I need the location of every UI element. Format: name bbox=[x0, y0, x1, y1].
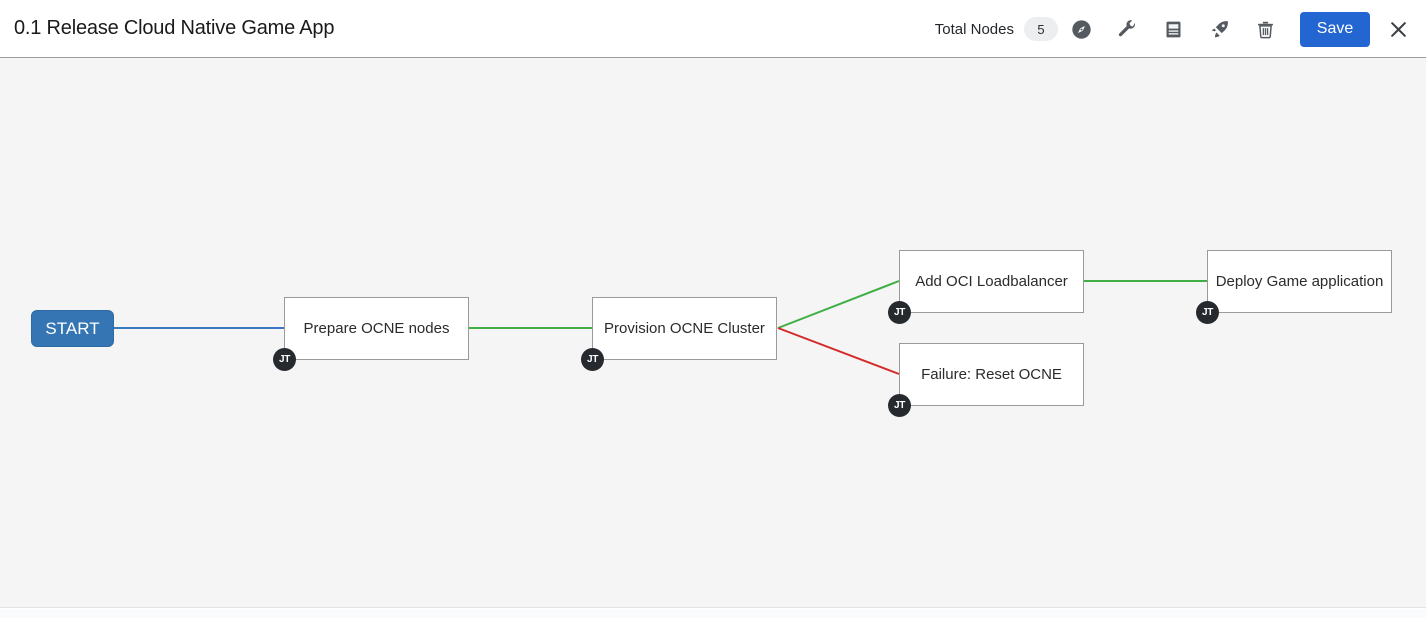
node-owner-avatar[interactable]: JT bbox=[888, 394, 911, 417]
save-button[interactable]: Save bbox=[1300, 11, 1370, 47]
total-nodes-label: Total Nodes bbox=[934, 20, 1014, 38]
node-owner-avatar[interactable]: JT bbox=[273, 348, 296, 371]
edge-provision-loadbal[interactable] bbox=[777, 280, 900, 329]
node-label: Failure: Reset OCNE bbox=[921, 366, 1062, 383]
node-label: Add OCI Loadbalancer bbox=[915, 273, 1068, 290]
node-loadbal[interactable]: Add OCI Loadbalancer bbox=[899, 250, 1084, 313]
node-label: Provision OCNE Cluster bbox=[604, 320, 765, 337]
workflow-editor: 0.1 Release Cloud Native Game App Total … bbox=[0, 0, 1426, 618]
page-title: 0.1 Release Cloud Native Game App bbox=[14, 17, 335, 39]
node-owner-avatar[interactable]: JT bbox=[888, 301, 911, 324]
node-label: Prepare OCNE nodes bbox=[303, 320, 450, 337]
header-toolbar: Total Nodes 5 Save bbox=[935, 0, 1426, 58]
node-failure[interactable]: Failure: Reset OCNE bbox=[899, 343, 1084, 406]
book-icon[interactable] bbox=[1150, 6, 1196, 52]
trash-icon[interactable] bbox=[1242, 6, 1288, 52]
node-owner-avatar[interactable]: JT bbox=[581, 348, 604, 371]
app-header: 0.1 Release Cloud Native Game App Total … bbox=[0, 0, 1426, 58]
workflow-canvas[interactable]: START Prepare OCNE nodes JT Provision OCNE… bbox=[0, 58, 1426, 608]
compass-icon[interactable] bbox=[1058, 6, 1104, 52]
edge-provision-failure[interactable] bbox=[777, 327, 900, 375]
close-icon[interactable] bbox=[1370, 0, 1426, 58]
node-deploy[interactable]: Deploy Game application bbox=[1207, 250, 1392, 313]
node-owner-avatar[interactable]: JT bbox=[1196, 301, 1219, 324]
rocket-icon[interactable] bbox=[1196, 6, 1242, 52]
footer-strip bbox=[0, 609, 1426, 618]
node-prepare[interactable]: Prepare OCNE nodes bbox=[284, 297, 469, 360]
node-start[interactable]: START bbox=[31, 310, 114, 347]
node-provision[interactable]: Provision OCNE Cluster bbox=[592, 297, 777, 360]
node-label: Deploy Game application bbox=[1215, 273, 1384, 290]
wrench-icon[interactable] bbox=[1104, 6, 1150, 52]
total-nodes-badge: 5 bbox=[1024, 17, 1058, 41]
